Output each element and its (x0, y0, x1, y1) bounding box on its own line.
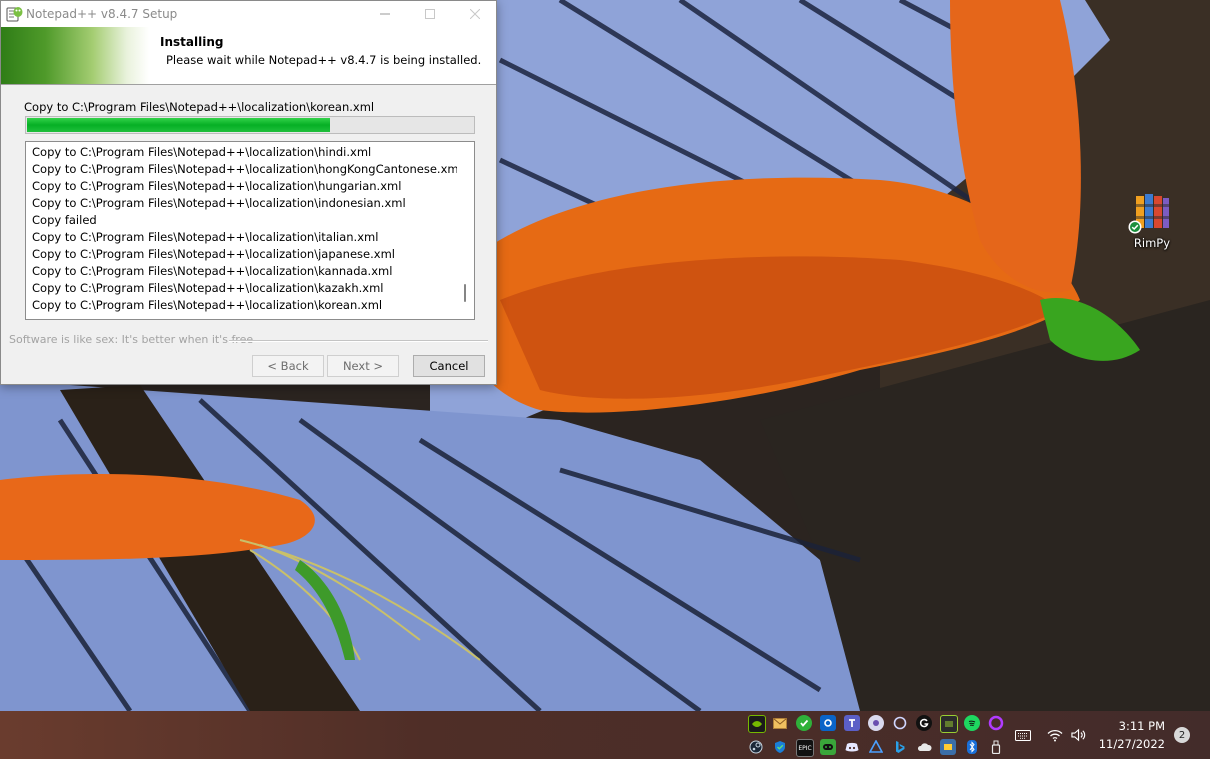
teams-icon[interactable] (844, 715, 860, 731)
circle-app-icon (873, 720, 879, 726)
minimize-icon (380, 13, 390, 15)
log-entry: Copy to C:\Program Files\Notepad++\local… (32, 264, 393, 278)
close-icon (470, 9, 480, 19)
branding-divider (229, 340, 488, 342)
back-button[interactable]: < Back (252, 355, 324, 377)
next-button[interactable]: Next > (327, 355, 399, 377)
purple-ring-icon (988, 715, 1004, 731)
shield-icon (775, 741, 785, 753)
wizard-header: Installing Please wait while Notepad++ v… (1, 27, 496, 85)
installer-window: Notepad++ v8.4.7 Setup Installing Please… (0, 0, 497, 385)
discord-logo-icon (845, 742, 859, 751)
checkmark-icon (800, 719, 809, 727)
minimize-button[interactable] (362, 1, 408, 27)
maximize-button[interactable] (407, 1, 453, 27)
mail-icon[interactable] (772, 715, 788, 731)
ring-icon (893, 716, 907, 730)
usb-device-icon[interactable] (988, 739, 1004, 755)
log-entry: Copy to C:\Program Files\Notepad++\local… (32, 247, 395, 261)
bluetooth-icon[interactable] (964, 739, 980, 755)
log-entry: Copy to C:\Program Files\Notepad++\local… (32, 179, 402, 193)
wifi-icon[interactable] (1047, 727, 1063, 743)
gamepad-icon (823, 744, 833, 750)
bars-icon (945, 721, 953, 727)
desktop-icon-label: RimPy (1133, 236, 1171, 250)
window-title: Notepad++ v8.4.7 Setup (26, 7, 178, 21)
notification-count-badge[interactable]: 2 (1174, 727, 1190, 743)
bing-icon[interactable] (892, 739, 908, 755)
ring-app-icon[interactable] (988, 715, 1004, 731)
log-scrollbar[interactable] (457, 143, 473, 318)
page-subheading: Please wait while Notepad++ v8.4.7 is be… (166, 53, 482, 67)
cortana-icon[interactable] (892, 715, 908, 731)
defender-shield-icon[interactable] (772, 739, 788, 755)
log-entry: Copy to C:\Program Files\Notepad++\local… (32, 145, 372, 159)
xbox-controller-icon[interactable] (820, 739, 836, 755)
sync-status-check-icon (1128, 220, 1142, 234)
current-action-text: Copy to C:\Program Files\Notepad++\local… (24, 100, 375, 114)
title-bar[interactable]: Notepad++ v8.4.7 Setup (1, 1, 496, 27)
outlook-o-icon (824, 719, 832, 727)
teams-t-icon (849, 719, 855, 727)
equalizer-icon[interactable] (940, 715, 958, 733)
cloud-icon (917, 743, 932, 751)
onedrive-icon[interactable] (916, 739, 932, 755)
speaker-icon (1071, 728, 1086, 742)
envelope-icon (773, 717, 787, 729)
header-banner-image (1, 27, 149, 84)
epic-games-icon[interactable]: EPIC (796, 739, 814, 757)
usb-drive-icon (991, 740, 1001, 754)
log-entry: Copy failed (32, 213, 97, 227)
cancel-button[interactable]: Cancel (413, 355, 485, 377)
spotify-waves-icon (968, 720, 976, 727)
g-hub-icon[interactable] (916, 715, 932, 731)
security-check-icon[interactable] (796, 715, 812, 731)
spotify-icon[interactable] (964, 715, 980, 731)
volume-icon[interactable] (1071, 727, 1087, 743)
app-store-icon[interactable] (868, 739, 884, 755)
windows-update-icon[interactable] (940, 739, 956, 755)
discord-icon[interactable] (844, 739, 860, 755)
app-tray-icon[interactable] (868, 715, 884, 731)
wifi-signal-icon (1047, 729, 1063, 741)
log-entry: Copy to C:\Program Files\Notepad++\local… (32, 281, 384, 295)
keyboard-icon[interactable] (1015, 727, 1031, 743)
clock-date[interactable]: 11/27/2022 (1098, 737, 1165, 751)
triangle-app-icon (869, 740, 883, 753)
log-entries: Copy to C:\Program Files\Notepad++\local… (32, 144, 462, 314)
branding-text: Software is like sex: It's better when i… (9, 333, 254, 346)
steam-icon[interactable] (748, 739, 764, 755)
taskbar: EPIC (0, 711, 1210, 759)
page-heading: Installing (160, 35, 224, 49)
update-icon (944, 744, 952, 750)
progress-fill (27, 118, 330, 132)
logitech-g-icon (919, 718, 929, 728)
close-button[interactable] (452, 1, 498, 27)
log-entry: Copy to C:\Program Files\Notepad++\local… (32, 162, 462, 176)
install-progress-bar (25, 116, 475, 134)
rimpy-desktop-shortcut[interactable]: RimPy (1124, 186, 1180, 256)
nvidia-eye-icon (752, 721, 762, 727)
log-entry: Copy to C:\Program Files\Notepad++\local… (32, 230, 379, 244)
install-log-list[interactable]: Copy to C:\Program Files\Notepad++\local… (25, 141, 475, 320)
touch-keyboard-icon (1015, 729, 1031, 741)
bing-b-icon (896, 741, 905, 753)
clock-time[interactable]: 3:11 PM (1098, 719, 1165, 733)
desktop: RimPy Notepad++ v8.4.7 Setup Installing … (0, 0, 1210, 759)
nvidia-icon[interactable] (748, 715, 766, 733)
log-entry: Copy to C:\Program Files\Notepad++\local… (32, 196, 406, 210)
outlook-icon[interactable] (820, 715, 836, 731)
scrollbar-thumb[interactable] (464, 284, 466, 302)
steam-logo-icon (749, 740, 763, 754)
notepad-plus-plus-icon (6, 7, 23, 22)
log-entry: Copy to C:\Program Files\Notepad++\local… (32, 298, 383, 312)
maximize-icon (425, 9, 435, 19)
bluetooth-rune-icon (967, 740, 977, 754)
